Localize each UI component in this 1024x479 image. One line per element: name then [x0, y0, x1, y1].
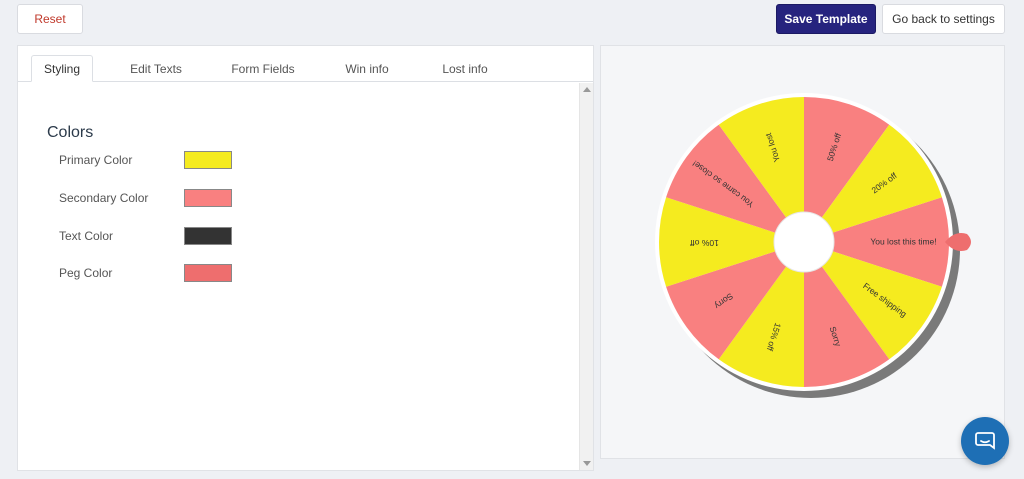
tab-lost-info[interactable]: Lost info: [432, 55, 498, 82]
tab-edit-texts[interactable]: Edit Texts: [121, 55, 191, 82]
tab-styling[interactable]: Styling: [31, 55, 93, 82]
text-color-label: Text Color: [59, 229, 114, 243]
text-color-swatch[interactable]: [184, 227, 232, 245]
wheel-segment-label: 10% off: [690, 238, 719, 248]
wheel-segment-label: You lost this time!: [870, 236, 936, 246]
tab-form-fields[interactable]: Form Fields: [223, 55, 303, 82]
colors-heading: Colors: [47, 124, 94, 141]
styling-content: Colors Primary Color Secondary Color Tex…: [18, 83, 578, 470]
go-back-to-settings-button[interactable]: Go back to settings: [882, 4, 1005, 34]
wheel-preview-panel: You lost this time! Free shipping Sorry 15%…: [600, 45, 1005, 459]
vertical-scrollbar[interactable]: [579, 83, 593, 470]
tab-win-info[interactable]: Win info: [336, 55, 398, 82]
spin-wheel: You lost this time!Free shippingSorry15%…: [655, 93, 971, 398]
peg-color-swatch[interactable]: [184, 264, 232, 282]
secondary-color-row: Secondary Color: [59, 189, 259, 209]
primary-color-swatch[interactable]: [184, 151, 232, 169]
scroll-up-arrow-icon[interactable]: [583, 87, 591, 92]
editor-panel: Styling Edit Texts Form Fields Win info …: [17, 45, 594, 471]
chat-button[interactable]: [961, 417, 1009, 465]
peg-color-row: Peg Color: [59, 264, 259, 284]
wheel-center-hub: [773, 211, 835, 273]
primary-color-label: Primary Color: [59, 153, 133, 167]
secondary-color-swatch[interactable]: [184, 189, 232, 207]
save-template-button[interactable]: Save Template: [776, 4, 876, 34]
text-color-row: Text Color: [59, 227, 259, 247]
secondary-color-label: Secondary Color: [59, 191, 149, 205]
peg-color-label: Peg Color: [59, 266, 113, 280]
chat-bubble-icon: [975, 432, 995, 450]
tab-bar: Styling Edit Texts Form Fields Win info …: [18, 46, 593, 82]
reset-button[interactable]: Reset: [17, 4, 83, 34]
primary-color-row: Primary Color: [59, 151, 259, 171]
scroll-down-arrow-icon[interactable]: [583, 461, 591, 466]
